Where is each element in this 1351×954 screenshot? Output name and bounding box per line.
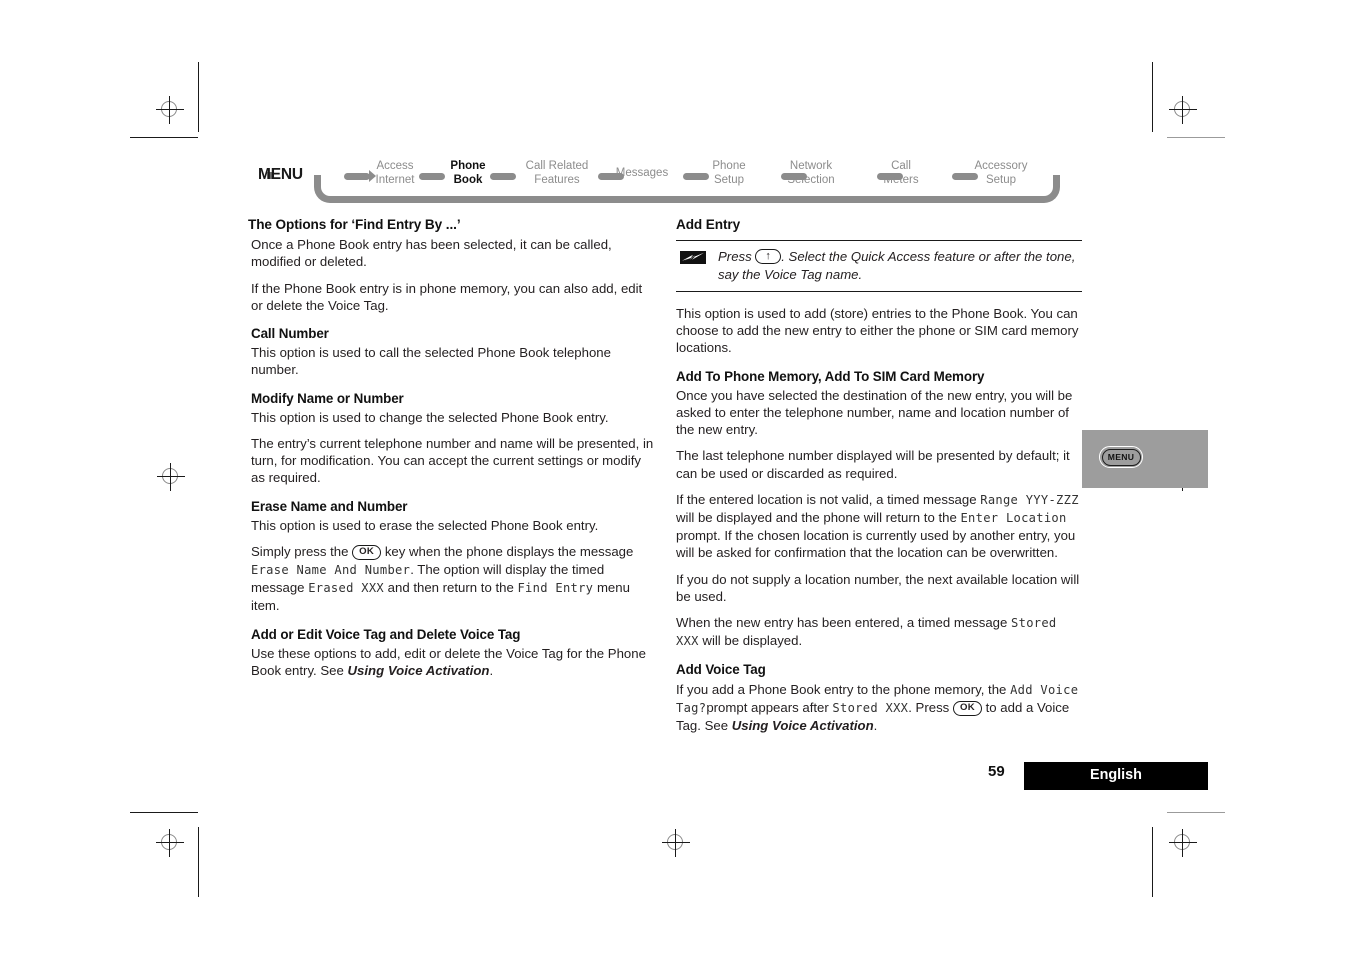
menu-item-call-meters-line2: Meters bbox=[883, 173, 919, 186]
right-text-column: Add Entry Press ↑. Select the Quick Acce… bbox=[676, 216, 1082, 743]
avt-text-b: prompt appears after bbox=[706, 699, 829, 715]
note-text: Press ↑. Select the Quick Access feature… bbox=[718, 248, 1082, 283]
heading-add-to-phone-memory: Add To Phone Memory, Add To SIM Card Mem… bbox=[676, 368, 985, 384]
avt-text-c: . Press bbox=[908, 699, 950, 715]
menu-item-phone-setup[interactable]: Phone Setup bbox=[699, 160, 759, 187]
language-bar: English bbox=[1024, 762, 1208, 790]
menu-button[interactable]: MENU bbox=[1099, 446, 1143, 468]
body-voice-tag: Use these options to add, edit or delete… bbox=[251, 645, 654, 679]
menu-item-phone-setup-line1: Phone bbox=[712, 160, 746, 172]
menu-item-call-related-features-line2: Features bbox=[534, 173, 580, 186]
menu-item-accessory-setup-line1: Accessory bbox=[974, 160, 1028, 172]
memory-text-a: If the entered location is not valid, a … bbox=[676, 491, 977, 507]
left-intro-paragraph-1: Once a Phone Book entry has been selecte… bbox=[251, 237, 612, 270]
registration-mark-top-left bbox=[155, 95, 185, 125]
menu-item-access-internet[interactable]: Access Internet bbox=[371, 160, 419, 187]
right-section-title: Add Entry bbox=[676, 217, 741, 232]
registration-mark-top-right bbox=[1168, 95, 1198, 125]
heading-erase-name-and-number: Erase Name and Number bbox=[251, 498, 408, 514]
body-modify-name-1: This option is used to change the select… bbox=[251, 409, 609, 425]
note-text-a: Press bbox=[718, 249, 752, 265]
memory-text-c: prompt. If the chosen location is curren… bbox=[676, 528, 1076, 561]
menu-item-phone-book-line1: Phone bbox=[450, 160, 486, 172]
registration-mark-bottom-center bbox=[661, 828, 691, 858]
body-add-to-memory-5: When the new entry has been entered, a t… bbox=[676, 614, 1082, 650]
menu-item-accessory-setup-line2: Setup bbox=[985, 173, 1017, 186]
body-add-voice-tag: If you add a Phone Book entry to the pho… bbox=[676, 681, 1082, 735]
body-add-to-memory-4: If you do not supply a location number, … bbox=[676, 571, 1080, 604]
heading-add-voice-tag: Add Voice Tag bbox=[676, 662, 766, 678]
menu-thumb-tab: MENU bbox=[1082, 430, 1208, 488]
lcd-erased-xxx: Erased XXX bbox=[308, 581, 384, 596]
left-section-title: The Options for ‘Find Entry By ...’ bbox=[248, 217, 461, 232]
menu-item-call-meters[interactable]: Call Meters bbox=[874, 160, 928, 187]
menu-map-rail bbox=[314, 175, 1060, 203]
lcd-find-entry: Find Entry bbox=[517, 581, 594, 596]
menu-item-call-meters-line1: Call bbox=[891, 160, 911, 172]
body-modify-name-2: The entry’s current telephone number and… bbox=[251, 436, 654, 486]
registration-mark-bottom-left bbox=[155, 828, 185, 858]
lcd-stored-xxx-2: Stored XXX bbox=[832, 700, 909, 715]
crop-mark-bottom-left-vertical bbox=[198, 827, 199, 897]
menu-item-access-internet-line1: Access bbox=[376, 160, 414, 172]
erase-text-b: key when the phone displays the message bbox=[384, 544, 634, 560]
avt-text-a: If you add a Phone Book entry to the pho… bbox=[676, 681, 1007, 697]
menu-item-network-selection[interactable]: Network Selection bbox=[774, 160, 848, 187]
body-add-to-memory-2: The last telephone number displayed will… bbox=[676, 448, 1070, 481]
reference-using-voice-activation-left: Using Voice Activation bbox=[347, 663, 490, 679]
menu-item-accessory-setup[interactable]: Accessory Setup bbox=[958, 160, 1044, 187]
heading-modify-name-or-number: Modify Name or Number bbox=[251, 390, 404, 406]
registration-mark-middle-left bbox=[156, 462, 186, 492]
ok-key-icon-right: OK bbox=[952, 700, 982, 716]
language-label: English bbox=[1090, 767, 1142, 783]
crop-mark-top-right-vertical bbox=[1152, 62, 1153, 132]
crop-mark-bottom-right-vertical bbox=[1152, 827, 1153, 897]
menu-item-call-related-features[interactable]: Call Related Features bbox=[515, 160, 599, 187]
crop-mark-top-right-horizontal bbox=[1167, 137, 1225, 138]
menu-map-breadcrumb: MENU Access Internet Phone Book Call Rel… bbox=[258, 155, 1063, 207]
crop-mark-bottom-left-horizontal bbox=[130, 812, 198, 813]
lcd-range-yyy-zzz: Range YYY-ZZZ bbox=[980, 492, 1079, 507]
menu-item-network-selection-line2: Selection bbox=[787, 173, 835, 186]
reference-using-voice-activation-right: Using Voice Activation bbox=[731, 718, 874, 734]
erase-text-a: Simply press the bbox=[251, 544, 349, 560]
memory-text-d: When the new entry has been entered, a t… bbox=[676, 615, 1008, 631]
menu-item-phone-book[interactable]: Phone Book bbox=[446, 160, 490, 187]
menu-item-messages[interactable]: Messages bbox=[600, 167, 684, 181]
heading-call-number: Call Number bbox=[251, 326, 329, 342]
ok-key-icon: OK bbox=[352, 545, 382, 561]
menu-item-network-selection-line1: Network bbox=[789, 160, 833, 172]
left-intro-paragraph-2: If the Phone Book entry is in phone memo… bbox=[251, 280, 643, 313]
avt-text-e: . bbox=[873, 718, 878, 734]
menu-item-phone-book-line2: Book bbox=[453, 173, 483, 186]
registration-mark-bottom-right bbox=[1168, 828, 1198, 858]
lcd-enter-location: Enter Location bbox=[960, 511, 1067, 526]
page-number: 59 bbox=[988, 763, 1005, 780]
menu-item-access-internet-line2: Internet bbox=[375, 173, 415, 186]
crop-mark-bottom-right-horizontal bbox=[1167, 812, 1225, 813]
menu-item-messages-line1: Messages bbox=[615, 167, 669, 179]
body-add-to-memory-1: Once you have selected the destination o… bbox=[676, 387, 1073, 438]
left-text-column: The Options for ‘Find Entry By ...’ Once… bbox=[248, 216, 654, 688]
memory-text-b: will be displayed and the phone will ret… bbox=[676, 510, 957, 526]
erase-text-d: and then return to the bbox=[387, 580, 514, 596]
heading-add-edit-delete-voice-tag: Add or Edit Voice Tag and Delete Voice T… bbox=[251, 626, 521, 642]
right-intro-paragraph: This option is used to add (store) entri… bbox=[676, 306, 1079, 356]
lightning-bolt-icon bbox=[680, 251, 706, 265]
menu-root-label: MENU bbox=[258, 166, 303, 183]
note-callout-box: Press ↑. Select the Quick Access feature… bbox=[676, 240, 1082, 293]
up-arrow-key-icon: ↑ bbox=[755, 249, 782, 265]
lcd-erase-name-and-number: Erase Name And Number bbox=[251, 563, 411, 578]
menu-button-label: MENU bbox=[1101, 448, 1141, 466]
menu-item-phone-setup-line2: Setup bbox=[713, 173, 745, 186]
memory-text-e: will be displayed. bbox=[702, 633, 803, 649]
body-call-number: This option is used to call the selected… bbox=[251, 345, 611, 378]
crop-mark-top-left-vertical bbox=[198, 62, 199, 132]
menu-item-call-related-features-line1: Call Related bbox=[525, 160, 589, 172]
body-add-to-memory-3: If the entered location is not valid, a … bbox=[676, 491, 1082, 562]
body-erase-name-1: This option is used to erase the selecte… bbox=[251, 517, 599, 533]
body-erase-name-2: Simply press the OK key when the phone d… bbox=[251, 543, 654, 615]
voice-tag-text-b: . bbox=[489, 663, 494, 679]
crop-mark-top-left-horizontal bbox=[130, 137, 198, 138]
